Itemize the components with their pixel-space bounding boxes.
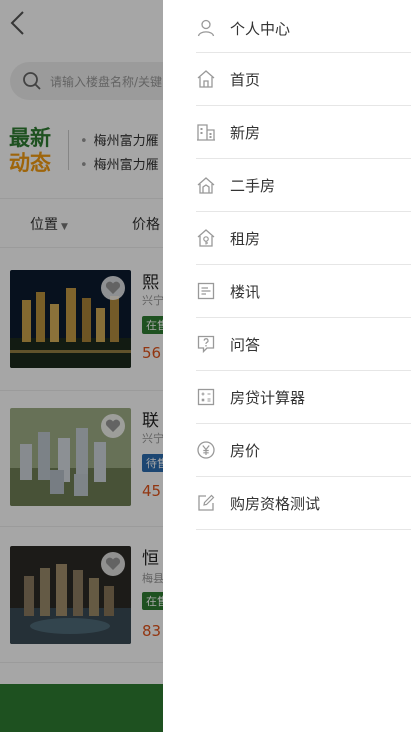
menu-label: 购房资格测试 [230,495,321,513]
user-icon [197,19,215,37]
menu-label: 租房 [230,230,261,248]
menu-item-house-price[interactable]: 房价 [196,424,411,477]
house-icon [197,177,215,194]
yen-circle-icon [197,441,215,459]
menu-label: 房价 [230,442,261,460]
question-chat-icon [197,335,215,354]
edit-icon [198,494,215,511]
building-icon [197,124,215,141]
menu-label: 问答 [230,336,261,354]
menu-label: 楼讯 [230,283,261,301]
home-icon [197,70,215,88]
menu-item-news[interactable]: 楼讯 [196,265,411,318]
menu-item-eligibility-test[interactable]: 购房资格测试 [196,477,411,530]
menu-label: 房贷计算器 [230,389,306,407]
menu-label: 二手房 [230,177,276,195]
menu-item-new-homes[interactable]: 新房 [196,106,411,159]
menu-item-rent[interactable]: 租房 [196,212,411,265]
news-doc-icon [197,282,215,300]
menu-item-second-hand[interactable]: 二手房 [196,159,411,212]
menu-label: 首页 [230,71,261,89]
side-drawer: 个人中心 首页 新房 二手房 租房 楼讯 问答 房贷计算器 房价 购房资格测试 [163,0,411,732]
menu-item-qa[interactable]: 问答 [196,318,411,371]
menu-label: 新房 [230,124,261,142]
menu-item-profile[interactable]: 个人中心 [196,0,411,53]
menu-label: 个人中心 [230,20,291,38]
menu-item-mortgage-calculator[interactable]: 房贷计算器 [196,371,411,424]
rent-house-icon [197,229,215,247]
calculator-icon [197,388,215,406]
menu-item-home[interactable]: 首页 [196,53,411,106]
